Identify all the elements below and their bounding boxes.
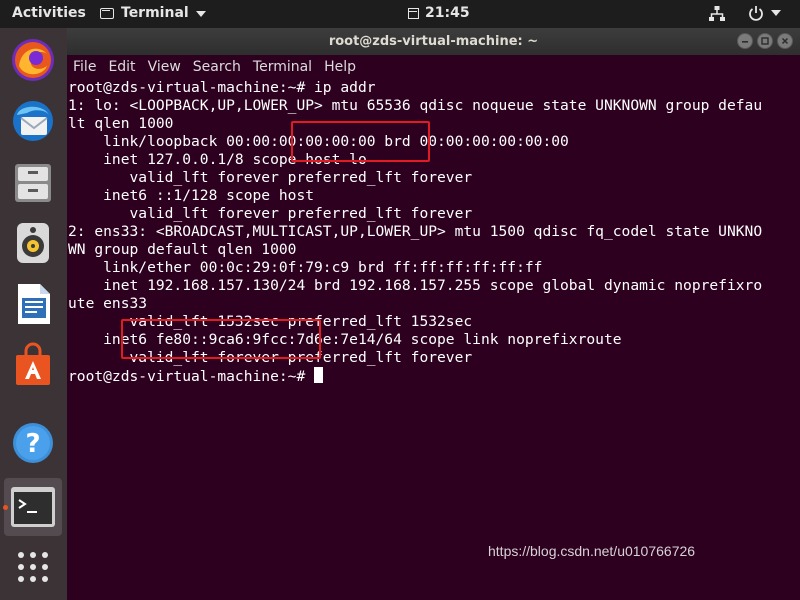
dock-item-software[interactable] bbox=[4, 336, 62, 394]
terminal-icon bbox=[11, 487, 55, 527]
maximize-icon bbox=[761, 37, 769, 45]
menu-help[interactable]: Help bbox=[324, 59, 356, 75]
watermark: https://blog.csdn.net/u010766726 bbox=[488, 543, 696, 559]
top-bar: Activities Terminal 21:45 bbox=[0, 0, 800, 28]
dock-item-firefox[interactable] bbox=[4, 31, 62, 89]
maximize-button[interactable] bbox=[757, 33, 773, 49]
rhythmbox-icon bbox=[17, 223, 49, 263]
minimize-icon bbox=[742, 41, 748, 43]
window-title: root@zds-virtual-machine: ~ bbox=[328, 34, 539, 49]
calendar-icon bbox=[408, 7, 419, 19]
help-icon: ? bbox=[13, 423, 53, 463]
menu-file[interactable]: File bbox=[73, 59, 96, 75]
chevron-down-icon bbox=[195, 11, 206, 17]
software-center-icon bbox=[16, 342, 50, 385]
terminal-line: ute ens33 bbox=[68, 295, 148, 312]
terminal-line: valid_lft forever preferred_lft forever bbox=[68, 169, 473, 186]
terminal-line: inet 127.0.0.1/8 scope host lo bbox=[68, 151, 367, 168]
running-indicator bbox=[3, 505, 8, 510]
clock[interactable]: 21:45 bbox=[408, 5, 470, 21]
dock: ? bbox=[0, 28, 67, 600]
terminal-icon bbox=[100, 7, 114, 19]
app-grid-icon bbox=[18, 552, 48, 582]
terminal-prompt-line[interactable]: root@zds-virtual-machine:~# bbox=[68, 367, 800, 385]
svg-text:?: ? bbox=[25, 429, 40, 459]
terminal-line: lt qlen 1000 bbox=[68, 115, 174, 132]
dock-item-rhythmbox[interactable] bbox=[4, 214, 62, 272]
menu-terminal[interactable]: Terminal bbox=[253, 59, 312, 75]
dock-item-help[interactable]: ? bbox=[4, 414, 62, 472]
network-icon[interactable] bbox=[708, 5, 726, 23]
terminal-line: link/loopback 00:00:00:00:00:00 brd 00:0… bbox=[68, 133, 569, 150]
terminal-window: root@zds-virtual-machine: ~ File Edit Vi… bbox=[67, 28, 800, 600]
terminal-line: inet6 ::1/128 scope host bbox=[68, 187, 315, 204]
ip-address-highlight-box bbox=[121, 319, 321, 359]
terminal-line: root@zds-virtual-machine:~# ip addr bbox=[68, 79, 376, 96]
terminal-line: valid_lft forever preferred_lft forever bbox=[68, 205, 473, 222]
close-button[interactable] bbox=[777, 33, 793, 49]
terminal-line: 1: lo: <LOOPBACK,UP,LOWER_UP> mtu 65536 … bbox=[68, 97, 763, 114]
system-menu-chevron-icon[interactable] bbox=[771, 10, 781, 16]
terminal-output[interactable]: root@zds-virtual-machine:~# ip addr 1: l… bbox=[67, 79, 800, 600]
dock-item-thunderbird[interactable] bbox=[4, 92, 62, 150]
files-icon bbox=[15, 164, 51, 202]
terminal-line: 2: ens33: <BROADCAST,MULTICAST,UP,LOWER_… bbox=[68, 223, 763, 240]
activities-button[interactable]: Activities bbox=[12, 5, 86, 21]
terminal-prompt: root@zds-virtual-machine:~# bbox=[68, 368, 315, 385]
dock-item-files[interactable] bbox=[4, 153, 62, 211]
clock-time: 21:45 bbox=[425, 5, 470, 21]
thunderbird-icon bbox=[13, 101, 53, 141]
minimize-button[interactable] bbox=[737, 33, 753, 49]
dock-item-writer[interactable] bbox=[4, 275, 62, 333]
firefox-icon bbox=[12, 39, 54, 81]
window-titlebar[interactable]: root@zds-virtual-machine: ~ bbox=[67, 28, 800, 55]
terminal-cursor bbox=[314, 367, 324, 383]
power-icon[interactable] bbox=[748, 5, 764, 21]
terminal-line: WN group default qlen 1000 bbox=[68, 241, 297, 258]
writer-icon bbox=[18, 284, 50, 324]
menu-view[interactable]: View bbox=[148, 59, 181, 75]
dock-item-terminal[interactable] bbox=[4, 478, 62, 536]
show-applications-button[interactable] bbox=[4, 538, 62, 596]
menu-search[interactable]: Search bbox=[193, 59, 241, 75]
app-menu-label: Terminal bbox=[121, 5, 189, 21]
close-icon bbox=[781, 37, 789, 45]
command-highlight-box bbox=[291, 121, 430, 162]
menu-edit[interactable]: Edit bbox=[108, 59, 135, 75]
terminal-line: inet 192.168.157.130/24 brd 192.168.157.… bbox=[68, 277, 763, 294]
menu-bar: File Edit View Search Terminal Help bbox=[67, 55, 800, 79]
app-menu[interactable]: Terminal bbox=[100, 5, 206, 21]
terminal-line: link/ether 00:0c:29:0f:79:c9 brd ff:ff:f… bbox=[68, 259, 543, 276]
